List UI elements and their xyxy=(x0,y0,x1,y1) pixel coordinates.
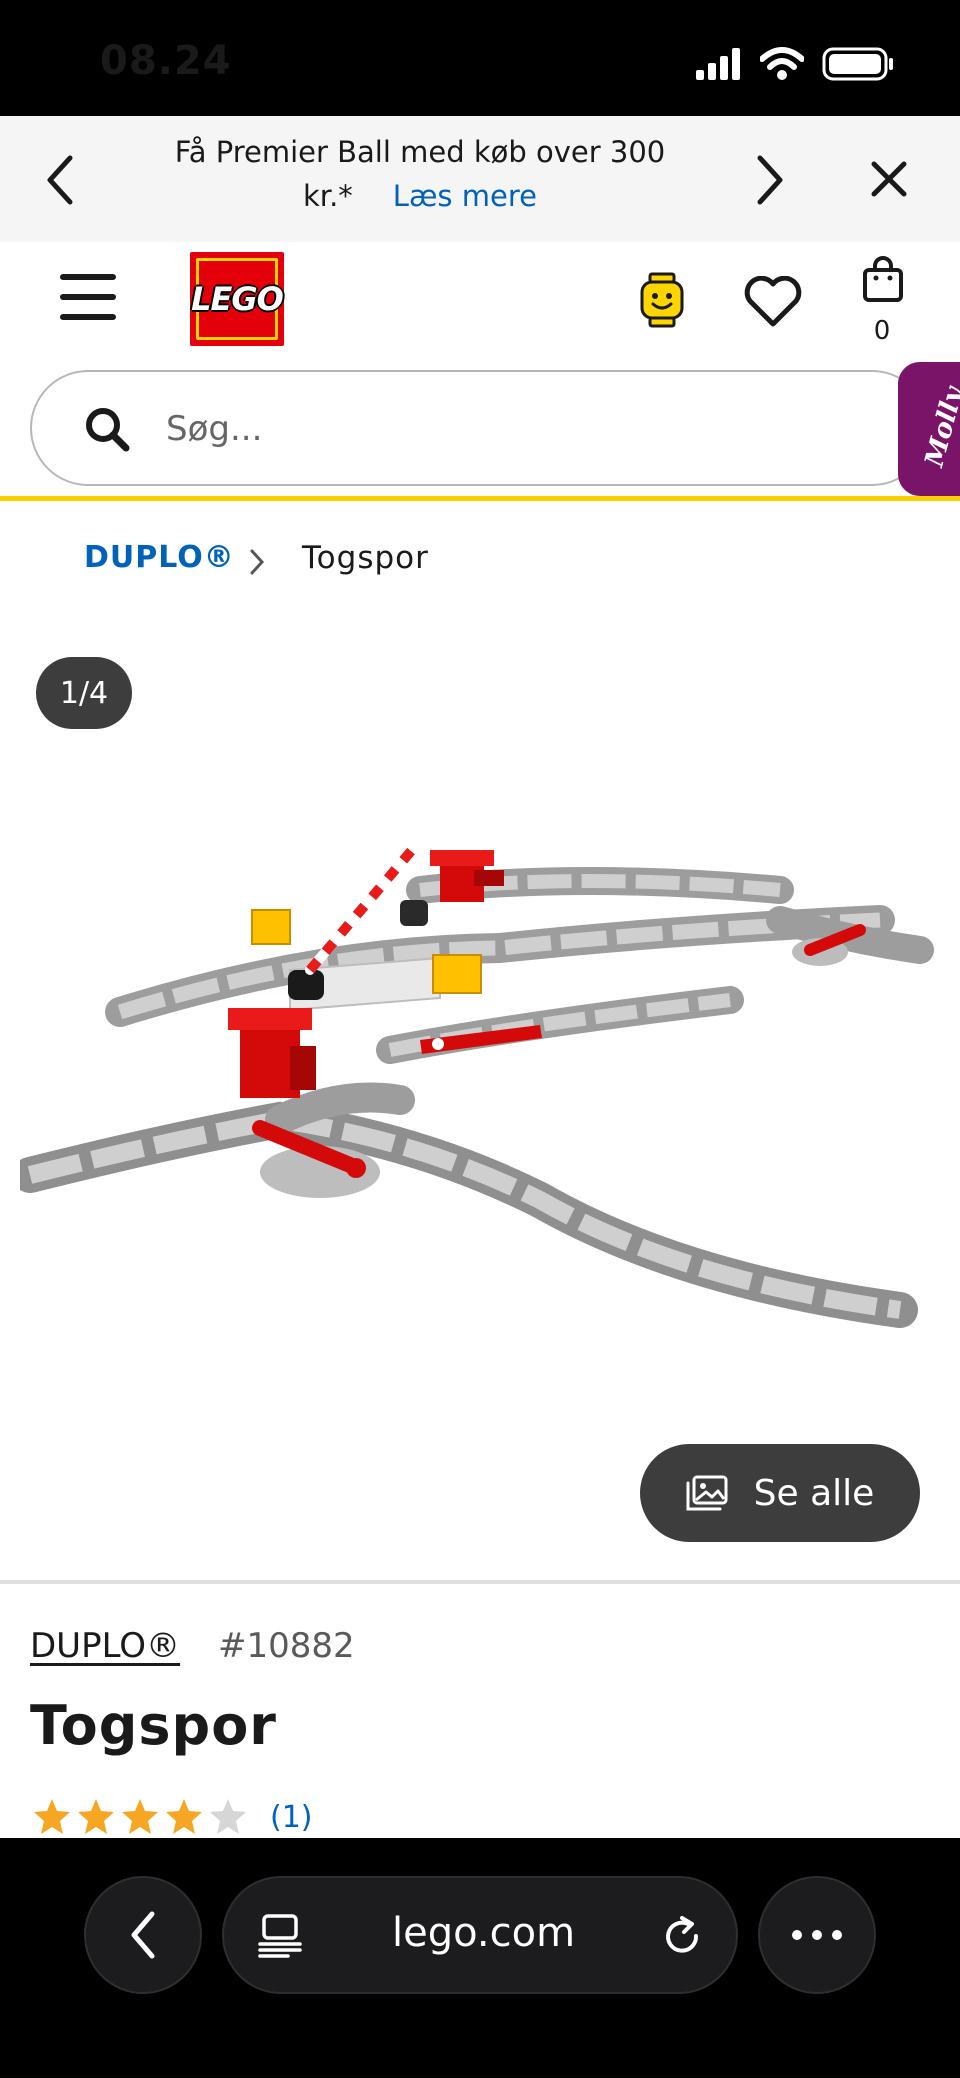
product-rating[interactable]: (1) xyxy=(32,1798,313,1836)
previous-promo-icon[interactable] xyxy=(44,154,76,206)
product-theme-link[interactable]: DUPLO® xyxy=(30,1626,180,1666)
breadcrumb-current: Togspor xyxy=(302,540,429,576)
url-text: lego.com xyxy=(392,1910,576,1956)
track-short xyxy=(376,986,744,1064)
cellular-signal-icon xyxy=(696,48,740,80)
shopping-bag-icon[interactable] xyxy=(862,256,904,304)
cart-count: 0 xyxy=(873,316,891,346)
product-image[interactable] xyxy=(20,820,940,1380)
more-dots-icon xyxy=(792,1930,842,1940)
search-icon xyxy=(86,408,130,452)
tab-overview-icon[interactable] xyxy=(258,1914,302,1958)
star-filled-icon xyxy=(34,1799,70,1834)
wishlist-heart-icon[interactable] xyxy=(744,276,802,328)
site-header xyxy=(0,242,960,360)
reload-icon[interactable] xyxy=(662,1914,704,1958)
image-gallery-icon xyxy=(686,1475,728,1511)
lego-logo[interactable]: LEGO xyxy=(190,252,284,346)
next-promo-icon[interactable] xyxy=(754,154,786,206)
see-all-button[interactable]: Se alle xyxy=(640,1444,920,1542)
buffer-stop-front xyxy=(228,1008,316,1098)
review-count[interactable]: (1) xyxy=(270,1800,313,1835)
battery-icon xyxy=(822,47,893,81)
status-time: 08.24 xyxy=(100,38,232,84)
wifi-icon xyxy=(760,47,804,80)
status-icons xyxy=(696,44,894,84)
breadcrumb-duplo[interactable]: DUPLO® xyxy=(84,540,235,575)
chevron-left-icon xyxy=(131,1911,155,1959)
account-minifigure-icon[interactable] xyxy=(638,272,686,328)
chevron-right-icon xyxy=(250,549,265,575)
more-options-button[interactable] xyxy=(758,1876,876,1994)
track-switch-right xyxy=(766,906,934,966)
promo-read-more-link[interactable]: Læs mere xyxy=(393,179,537,213)
star-filled-icon xyxy=(166,1799,202,1834)
star-filled-icon xyxy=(78,1799,114,1834)
close-promo-icon[interactable] xyxy=(870,160,908,198)
star-filled-icon xyxy=(122,1799,158,1834)
gallery-counter: 1/4 xyxy=(36,657,132,729)
search-input[interactable] xyxy=(164,398,728,460)
gallery-divider xyxy=(0,1580,960,1584)
molly-assistant-tab[interactable]: Molly xyxy=(898,362,960,496)
product-title: Togspor xyxy=(30,1694,277,1757)
logo-text: LEGO xyxy=(191,280,284,318)
browser-back-button[interactable] xyxy=(84,1876,202,1994)
track-front xyxy=(20,1101,918,1328)
menu-icon[interactable] xyxy=(60,272,116,322)
product-number: #10882 xyxy=(218,1626,355,1666)
track-middle xyxy=(105,905,895,1027)
header-divider xyxy=(0,496,960,501)
see-all-label: Se alle xyxy=(753,1472,875,1514)
promo-message: Få Premier Ball med køb over 300 kr.* Læs… xyxy=(170,130,670,218)
molly-label: Molly xyxy=(919,384,960,470)
star-empty-icon xyxy=(210,1799,246,1834)
